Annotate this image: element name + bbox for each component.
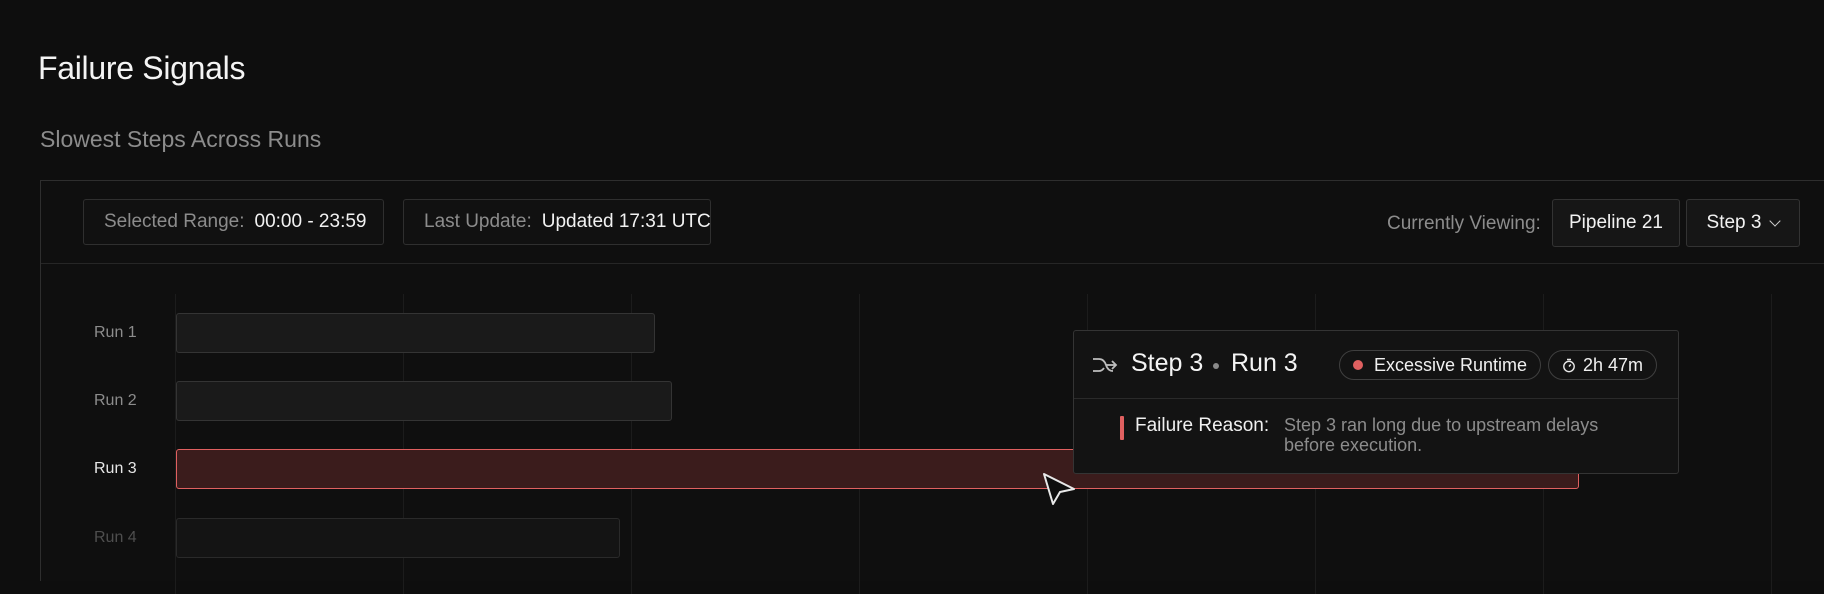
tooltip-step: Step 3 — [1131, 349, 1204, 377]
separator-dot — [1213, 363, 1219, 369]
run-2-duration-bar[interactable] — [176, 381, 672, 421]
failure-reason-label: Failure Reason: — [1135, 415, 1270, 436]
panel-toolbar: Selected Range: 00:00 - 23:59 Last Updat… — [41, 181, 1824, 264]
run-1-duration-bar[interactable] — [176, 313, 655, 353]
selected-range-value: 00:00 - 23:59 — [254, 211, 367, 232]
run-label: Run 3 — [94, 460, 137, 477]
cursor-pointer-icon — [1043, 473, 1075, 505]
failure-accent-bar — [1120, 416, 1124, 440]
last-update-chip: Last Update: Updated 17:31 UTC — [403, 199, 711, 245]
currently-viewing-label: Currently Viewing: — [1387, 213, 1541, 234]
pipeline-button-label: Pipeline 21 — [1568, 212, 1664, 233]
page-title: Failure Signals — [38, 50, 246, 86]
step-select-label: Step 3 — [1706, 212, 1762, 233]
section-title: Slowest Steps Across Runs — [40, 126, 322, 152]
run-label: Run 2 — [94, 392, 137, 409]
badge-label: Excessive Runtime — [1374, 354, 1528, 375]
stopwatch-icon — [1563, 358, 1575, 372]
pipeline-button[interactable]: Pipeline 21 — [1552, 199, 1680, 247]
selected-range-label: Selected Range: — [104, 211, 245, 232]
merge-arrow-icon — [1093, 358, 1118, 372]
grid-line — [859, 294, 860, 594]
failure-tooltip: Step 3 Run 3 Excessive Runtime 2h 47m Fa… — [1073, 330, 1679, 474]
tooltip-header: Step 3 Run 3 Excessive Runtime 2h 47m — [1074, 331, 1678, 399]
selected-range-chip[interactable]: Selected Range: 00:00 - 23:59 — [83, 199, 384, 245]
last-update-label: Last Update: — [424, 211, 532, 232]
grid-line — [1771, 294, 1772, 594]
step-select[interactable]: Step 3 — [1686, 199, 1800, 247]
chevron-down-icon — [1769, 214, 1782, 227]
tooltip-run: Run 3 — [1231, 349, 1298, 377]
last-update-value: Updated 17:31 UTC — [541, 211, 711, 232]
status-dot-icon — [1353, 360, 1363, 370]
failure-reason-text: Step 3 ran long due to upstream delays b… — [1284, 415, 1599, 455]
excessive-runtime-badge: Excessive Runtime — [1339, 350, 1542, 380]
run-4-duration-bar[interactable] — [176, 518, 620, 558]
run-label: Run 1 — [94, 324, 137, 341]
duration-badge: 2h 47m — [1548, 350, 1658, 380]
run-label: Run 4 — [94, 529, 137, 546]
duration-label: 2h 47m — [1583, 354, 1644, 375]
